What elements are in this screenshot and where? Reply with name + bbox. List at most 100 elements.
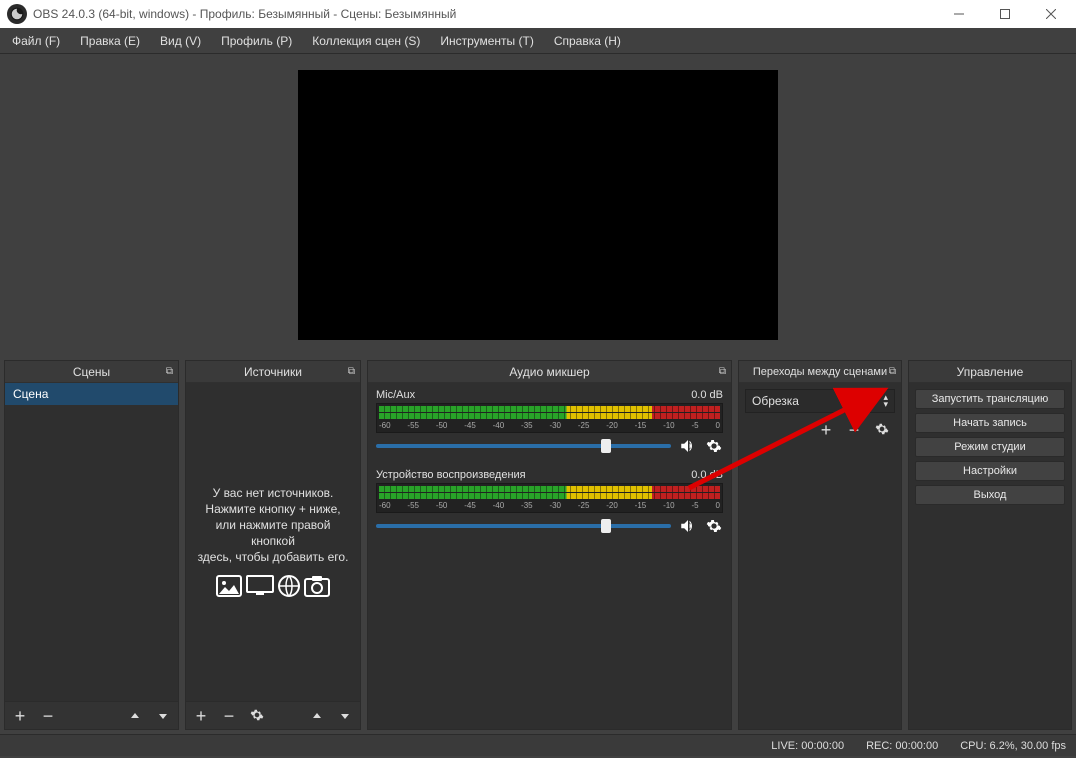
image-source-icon [216, 575, 242, 600]
preview-canvas[interactable] [298, 70, 778, 340]
tick-label: -55 [407, 421, 419, 430]
menubar: Файл (F) Правка (E) Вид (V) Профиль (P) … [0, 28, 1076, 54]
scenes-list[interactable]: Сцена [5, 383, 178, 701]
window-title: OBS 24.0.3 (64-bit, windows) - Профиль: … [33, 7, 936, 21]
source-move-down-button[interactable] [336, 707, 354, 725]
transitions-title-label: Переходы между сценами [753, 366, 887, 378]
scene-remove-button[interactable]: − [39, 707, 57, 725]
sources-panel: Источники ⧉ У вас нет источников. Нажмит… [185, 360, 361, 730]
tick-label: -45 [464, 501, 476, 510]
obs-logo-icon [7, 4, 27, 24]
status-cpu: CPU: 6.2%, 30.00 fps [960, 740, 1066, 752]
menu-help[interactable]: Справка (H) [544, 30, 631, 52]
scene-move-up-button[interactable] [126, 707, 144, 725]
controls-body: Запустить трансляцию Начать запись Режим… [909, 383, 1071, 729]
sources-empty-line2: Нажмите кнопку + ниже, [205, 501, 340, 517]
menu-view[interactable]: Вид (V) [150, 30, 211, 52]
mixer-channel-desktop: Устройство воспроизведения0.0 dB -60-55-… [376, 469, 723, 535]
start-streaming-button[interactable]: Запустить трансляцию [915, 389, 1065, 409]
scene-item[interactable]: Сцена [5, 383, 178, 405]
gear-icon[interactable] [705, 517, 723, 535]
tick-label: -35 [521, 501, 533, 510]
controls-panel: Управление Запустить трансляцию Начать з… [908, 360, 1072, 730]
sources-toolbar: + − [186, 701, 360, 729]
mixer-popout-icon[interactable]: ⧉ [719, 366, 726, 377]
mixer-ch1-volume-slider[interactable] [376, 524, 671, 528]
mixer-header: Аудио микшер ⧉ [368, 361, 731, 383]
source-add-button[interactable]: + [192, 707, 210, 725]
settings-button[interactable]: Настройки [915, 461, 1065, 481]
tick-label: -60 [379, 421, 391, 430]
statusbar: LIVE: 00:00:00 REC: 00:00:00 CPU: 6.2%, … [0, 734, 1076, 756]
sources-empty-line3: или нажмите правой кнопкой [194, 517, 352, 549]
scene-add-button[interactable]: + [11, 707, 29, 725]
scenes-panel: Сцены ⧉ Сцена + − [4, 360, 179, 730]
sources-list[interactable]: У вас нет источников. Нажмите кнопку + н… [186, 383, 360, 701]
sources-header: Источники ⧉ [186, 361, 360, 383]
mixer-body: Mic/Aux0.0 dB -60-55-50-45-40-35-30-25-2… [368, 383, 731, 729]
display-source-icon [246, 575, 274, 600]
source-remove-button[interactable]: − [220, 707, 238, 725]
scene-move-down-button[interactable] [154, 707, 172, 725]
tick-label: -50 [436, 421, 448, 430]
tick-label: -25 [578, 501, 590, 510]
transitions-body: Обрезка ▴▾ + − [739, 383, 901, 729]
maximize-button[interactable] [982, 0, 1028, 28]
mixer-ch0-meter: -60-55-50-45-40-35-30-25-20-15-10-50 [376, 403, 723, 433]
sources-popout-icon[interactable]: ⧉ [348, 366, 355, 377]
tick-label: -15 [635, 421, 647, 430]
browser-source-icon [278, 575, 300, 600]
tick-label: 0 [715, 501, 719, 510]
menu-file[interactable]: Файл (F) [2, 30, 70, 52]
tick-label: 0 [715, 421, 719, 430]
mixer-ch0-level: 0.0 dB [691, 389, 723, 401]
tick-label: -5 [691, 501, 698, 510]
scenes-popout-icon[interactable]: ⧉ [166, 366, 173, 377]
mixer-ch1-name: Устройство воспроизведения [376, 469, 526, 481]
tick-label: -45 [464, 421, 476, 430]
speaker-icon[interactable] [679, 517, 697, 535]
source-move-up-button[interactable] [308, 707, 326, 725]
transition-select[interactable]: Обрезка ▴▾ [745, 389, 895, 413]
menu-profile[interactable]: Профиль (P) [211, 30, 302, 52]
transition-properties-button[interactable] [873, 421, 891, 439]
mixer-channel-mic: Mic/Aux0.0 dB -60-55-50-45-40-35-30-25-2… [376, 389, 723, 455]
mixer-title-label: Аудио микшер [509, 365, 589, 379]
gear-icon[interactable] [705, 437, 723, 455]
exit-button[interactable]: Выход [915, 485, 1065, 505]
mixer-ch1-meter: -60-55-50-45-40-35-30-25-20-15-10-50 [376, 483, 723, 513]
menu-edit[interactable]: Правка (E) [70, 30, 150, 52]
tick-label: -60 [379, 501, 391, 510]
controls-header: Управление [909, 361, 1071, 383]
menu-scene-collection[interactable]: Коллекция сцен (S) [302, 30, 430, 52]
audio-mixer-panel: Аудио микшер ⧉ Mic/Aux0.0 dB -60-55-50-4… [367, 360, 732, 730]
tick-label: -40 [493, 421, 505, 430]
menu-tools[interactable]: Инструменты (T) [430, 30, 543, 52]
transitions-popout-icon[interactable]: ⧉ [889, 366, 896, 377]
status-rec: REC: 00:00:00 [866, 740, 938, 752]
close-button[interactable] [1028, 0, 1074, 28]
transition-remove-button[interactable]: − [845, 421, 863, 439]
tick-label: -25 [578, 421, 590, 430]
tick-label: -10 [663, 501, 675, 510]
minimize-button[interactable] [936, 0, 982, 28]
mixer-ch0-volume-slider[interactable] [376, 444, 671, 448]
transitions-header: Переходы между сценами ⧉ [739, 361, 901, 383]
transitions-panel: Переходы между сценами ⧉ Обрезка ▴▾ + − [738, 360, 902, 730]
transition-add-button[interactable]: + [817, 421, 835, 439]
tick-label: -20 [606, 421, 618, 430]
tick-label: -40 [493, 501, 505, 510]
preview-area [0, 54, 1076, 356]
sources-title-label: Источники [244, 365, 302, 379]
mixer-ch1-level: 0.0 dB [691, 469, 723, 481]
tick-label: -20 [606, 501, 618, 510]
tick-label: -30 [549, 421, 561, 430]
tick-label: -15 [635, 501, 647, 510]
tick-label: -10 [663, 421, 675, 430]
camera-source-icon [304, 575, 330, 600]
speaker-icon[interactable] [679, 437, 697, 455]
start-recording-button[interactable]: Начать запись [915, 413, 1065, 433]
studio-mode-button[interactable]: Режим студии [915, 437, 1065, 457]
source-properties-button[interactable] [248, 707, 266, 725]
scenes-title-label: Сцены [73, 365, 110, 379]
